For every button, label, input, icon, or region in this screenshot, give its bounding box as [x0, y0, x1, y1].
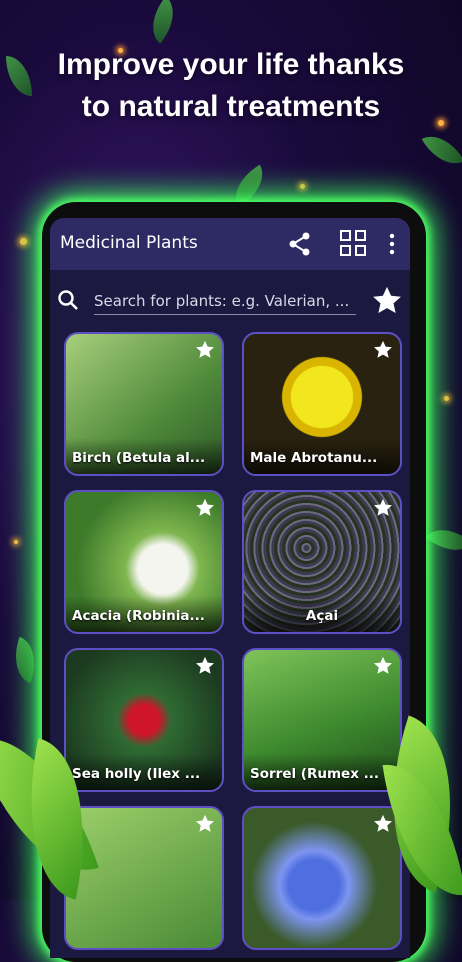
background-leaf	[5, 636, 45, 684]
headline-line-1: Improve your life thanks	[57, 48, 405, 81]
background-leaf	[425, 517, 462, 563]
plant-card[interactable]: Açai	[242, 490, 402, 634]
plant-card[interactable]: Sorrel (Rumex ...	[242, 648, 402, 792]
plant-card-label: Sea holly (Ilex ...	[72, 766, 201, 782]
favorites-star-icon[interactable]	[370, 284, 404, 322]
favorite-star-icon[interactable]	[194, 813, 216, 835]
share-icon[interactable]	[286, 230, 314, 262]
favorite-star-icon[interactable]	[372, 497, 394, 519]
favorite-star-icon[interactable]	[194, 655, 216, 677]
background-leaf	[140, 0, 186, 44]
favorite-star-icon[interactable]	[194, 339, 216, 361]
plant-card-label: Male Abrotanu...	[250, 450, 378, 466]
background-leaf	[225, 164, 273, 208]
app-title: Medicinal Plants	[60, 233, 198, 253]
plant-card-label: Acacia (Robinia...	[72, 608, 205, 624]
plant-card[interactable]: Birch (Betula al...	[64, 332, 224, 476]
favorite-star-icon[interactable]	[194, 497, 216, 519]
plant-card[interactable]: Sea holly (Ilex ...	[64, 648, 224, 792]
background-sparkle	[300, 184, 305, 189]
headline-line-2: to natural treatments	[81, 90, 381, 123]
background-sparkle	[20, 238, 27, 245]
grid-view-icon[interactable]	[338, 228, 368, 262]
more-vert-icon[interactable]	[388, 232, 396, 260]
favorite-star-icon[interactable]	[372, 339, 394, 361]
app-bar: Medicinal Plants	[50, 218, 410, 270]
plant-card[interactable]: Male Abrotanu...	[242, 332, 402, 476]
background-leaf	[421, 126, 462, 174]
phone-frame: Medicinal Plants Search for plants: e.g.…	[42, 202, 426, 962]
plant-card[interactable]: Acacia (Robinia...	[64, 490, 224, 634]
plant-card-label: Sorrel (Rumex ...	[250, 766, 379, 782]
search-input[interactable]: Search for plants: e.g. Valerian, ...	[94, 292, 356, 315]
favorite-star-icon[interactable]	[372, 813, 394, 835]
plant-card-label: Açai	[305, 608, 339, 624]
promo-headline: Improve your life thanks to natural trea…	[0, 44, 462, 128]
background-sparkle	[444, 396, 449, 401]
plant-card[interactable]	[64, 806, 224, 950]
favorite-star-icon[interactable]	[372, 655, 394, 677]
background-sparkle	[14, 540, 18, 544]
app-screen: Medicinal Plants Search for plants: e.g.…	[50, 218, 410, 958]
search-icon[interactable]	[56, 288, 80, 316]
plant-card-label: Birch (Betula al...	[72, 450, 206, 466]
plant-card[interactable]	[242, 806, 402, 950]
